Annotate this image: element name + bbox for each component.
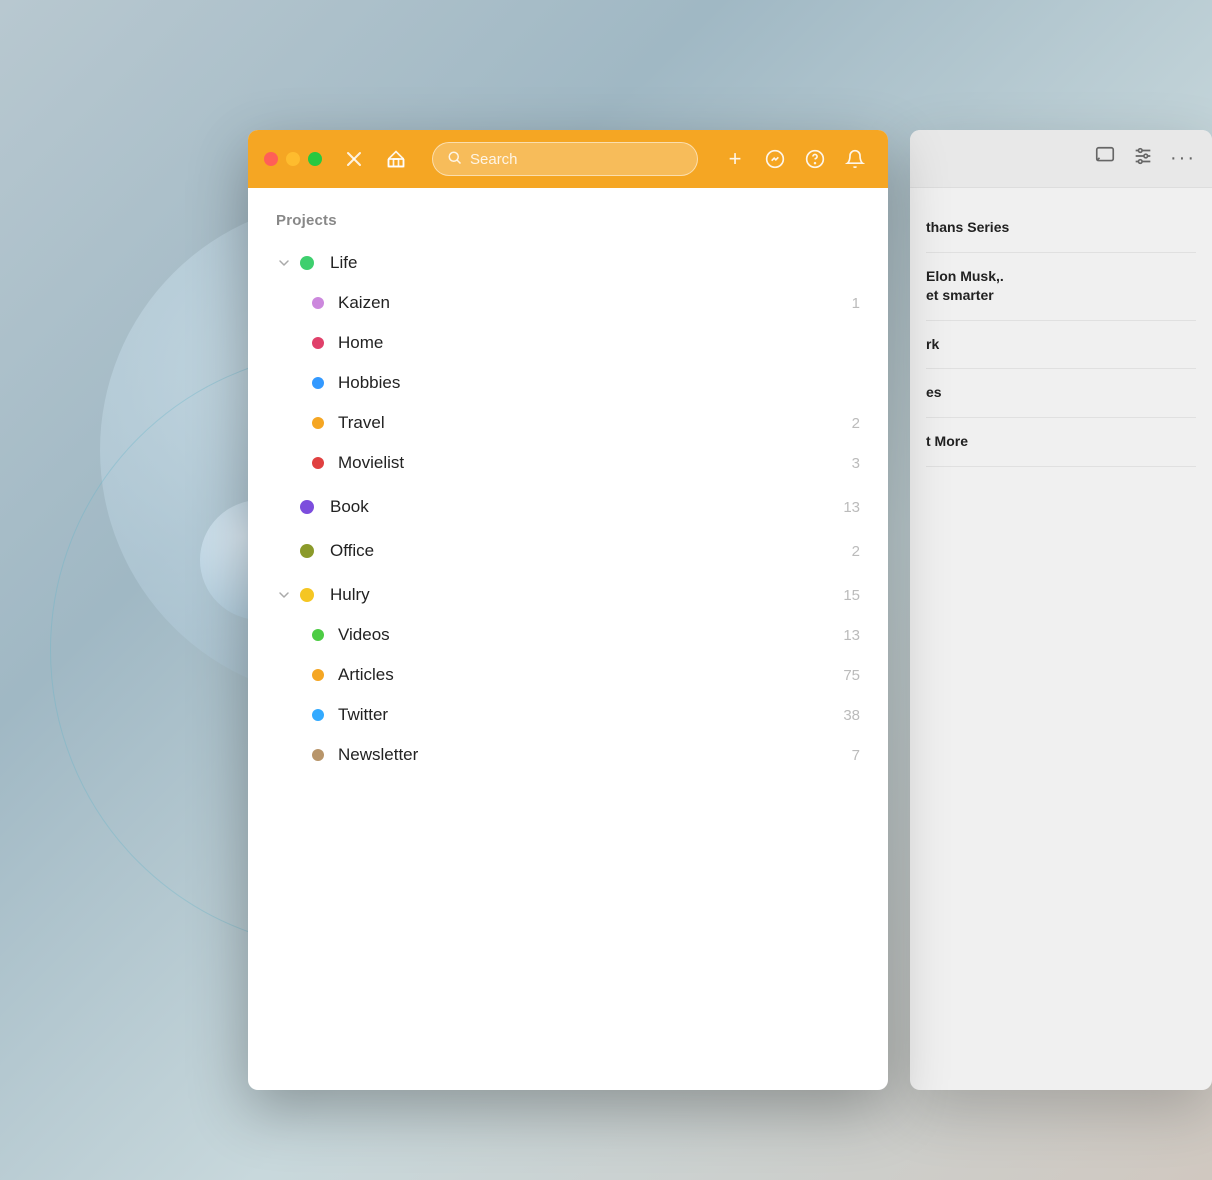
office-count: 2 bbox=[840, 543, 860, 560]
project-item-travel[interactable]: Travel 2 bbox=[248, 403, 888, 443]
travel-dot bbox=[312, 417, 324, 429]
articles-label: Articles bbox=[338, 665, 840, 685]
project-item-articles[interactable]: Articles 75 bbox=[248, 655, 888, 695]
traffic-lights bbox=[264, 152, 322, 166]
content-item: t More bbox=[926, 418, 1196, 467]
book-label: Book bbox=[330, 497, 840, 517]
newsletter-count: 7 bbox=[840, 747, 860, 764]
right-panel: ··· thans Series Elon Musk,.et smarter r… bbox=[910, 130, 1212, 1090]
search-bar[interactable]: Search bbox=[432, 142, 698, 176]
hulry-label: Hulry bbox=[330, 585, 840, 605]
home-dot bbox=[312, 337, 324, 349]
title-bar: Search + bbox=[248, 130, 888, 188]
projects-section-title: Projects bbox=[248, 212, 888, 229]
kaizen-count: 1 bbox=[840, 295, 860, 312]
hulry-count: 15 bbox=[840, 587, 860, 604]
maximize-button[interactable] bbox=[308, 152, 322, 166]
videos-dot bbox=[312, 629, 324, 641]
movielist-count: 3 bbox=[840, 455, 860, 472]
close-icon[interactable] bbox=[338, 143, 370, 175]
travel-label: Travel bbox=[338, 413, 840, 433]
content-item: Elon Musk,.et smarter bbox=[926, 253, 1196, 321]
travel-count: 2 bbox=[840, 415, 860, 432]
chevron-down-icon bbox=[276, 255, 292, 271]
twitter-label: Twitter bbox=[338, 705, 840, 725]
project-item-hobbies[interactable]: Hobbies bbox=[248, 363, 888, 403]
kaizen-label: Kaizen bbox=[338, 293, 840, 313]
project-item-kaizen[interactable]: Kaizen 1 bbox=[248, 283, 888, 323]
twitter-count: 38 bbox=[840, 707, 860, 724]
search-input-placeholder: Search bbox=[470, 151, 518, 168]
right-content: thans Series Elon Musk,.et smarter rk es… bbox=[910, 188, 1212, 483]
office-dot bbox=[300, 544, 314, 558]
sliders-icon[interactable] bbox=[1132, 145, 1154, 172]
videos-label: Videos bbox=[338, 625, 840, 645]
title-bar-actions bbox=[338, 143, 412, 175]
title-bar-right: + bbox=[718, 142, 872, 176]
videos-count: 13 bbox=[840, 627, 860, 644]
bell-icon[interactable] bbox=[838, 142, 872, 176]
newsletter-label: Newsletter bbox=[338, 745, 840, 765]
project-group-life: Life Kaizen 1 Home Hobbies bbox=[248, 243, 888, 483]
project-group-book: Book 13 bbox=[248, 487, 888, 527]
chevron-down-icon-hulry bbox=[276, 587, 292, 603]
content-title: rk bbox=[926, 335, 1196, 355]
app-window: Search + bbox=[248, 130, 888, 1090]
content-item: thans Series bbox=[926, 204, 1196, 253]
project-item-newsletter[interactable]: Newsletter 7 bbox=[248, 735, 888, 775]
comment-icon[interactable] bbox=[1094, 145, 1116, 172]
content-title: thans Series bbox=[926, 218, 1196, 238]
life-dot bbox=[300, 256, 314, 270]
more-icon[interactable]: ··· bbox=[1170, 147, 1196, 170]
project-item-videos[interactable]: Videos 13 bbox=[248, 615, 888, 655]
add-button[interactable]: + bbox=[718, 142, 752, 176]
office-label: Office bbox=[330, 541, 840, 561]
home-icon[interactable] bbox=[380, 143, 412, 175]
close-button[interactable] bbox=[264, 152, 278, 166]
help-icon[interactable] bbox=[798, 142, 832, 176]
projects-panel[interactable]: Projects Life Kaizen 1 Home bbox=[248, 188, 888, 1090]
content-item: es bbox=[926, 369, 1196, 418]
life-label: Life bbox=[330, 253, 860, 273]
content-title: Elon Musk,.et smarter bbox=[926, 267, 1196, 306]
project-item-office[interactable]: Office 2 bbox=[248, 531, 888, 571]
project-item-twitter[interactable]: Twitter 38 bbox=[248, 695, 888, 735]
movielist-label: Movielist bbox=[338, 453, 840, 473]
articles-dot bbox=[312, 669, 324, 681]
book-dot bbox=[300, 500, 314, 514]
movielist-dot bbox=[312, 457, 324, 469]
right-toolbar: ··· bbox=[910, 130, 1212, 188]
project-group-office: Office 2 bbox=[248, 531, 888, 571]
content-item: rk bbox=[926, 321, 1196, 370]
project-item-book[interactable]: Book 13 bbox=[248, 487, 888, 527]
content-title: es bbox=[926, 383, 1196, 403]
kaizen-dot bbox=[312, 297, 324, 309]
twitter-dot bbox=[312, 709, 324, 721]
project-group-hulry: Hulry 15 Videos 13 Articles 75 Twitter 3… bbox=[248, 575, 888, 775]
project-item-life[interactable]: Life bbox=[248, 243, 888, 283]
content-title: t More bbox=[926, 432, 1196, 452]
minimize-button[interactable] bbox=[286, 152, 300, 166]
articles-count: 75 bbox=[840, 667, 860, 684]
hobbies-label: Hobbies bbox=[338, 373, 840, 393]
home-label: Home bbox=[338, 333, 840, 353]
project-item-hulry[interactable]: Hulry 15 bbox=[248, 575, 888, 615]
trending-icon[interactable] bbox=[758, 142, 792, 176]
hobbies-dot bbox=[312, 377, 324, 389]
project-item-home[interactable]: Home bbox=[248, 323, 888, 363]
project-item-movielist[interactable]: Movielist 3 bbox=[248, 443, 888, 483]
newsletter-dot bbox=[312, 749, 324, 761]
hulry-dot bbox=[300, 588, 314, 602]
search-icon bbox=[447, 150, 462, 169]
book-count: 13 bbox=[840, 499, 860, 516]
